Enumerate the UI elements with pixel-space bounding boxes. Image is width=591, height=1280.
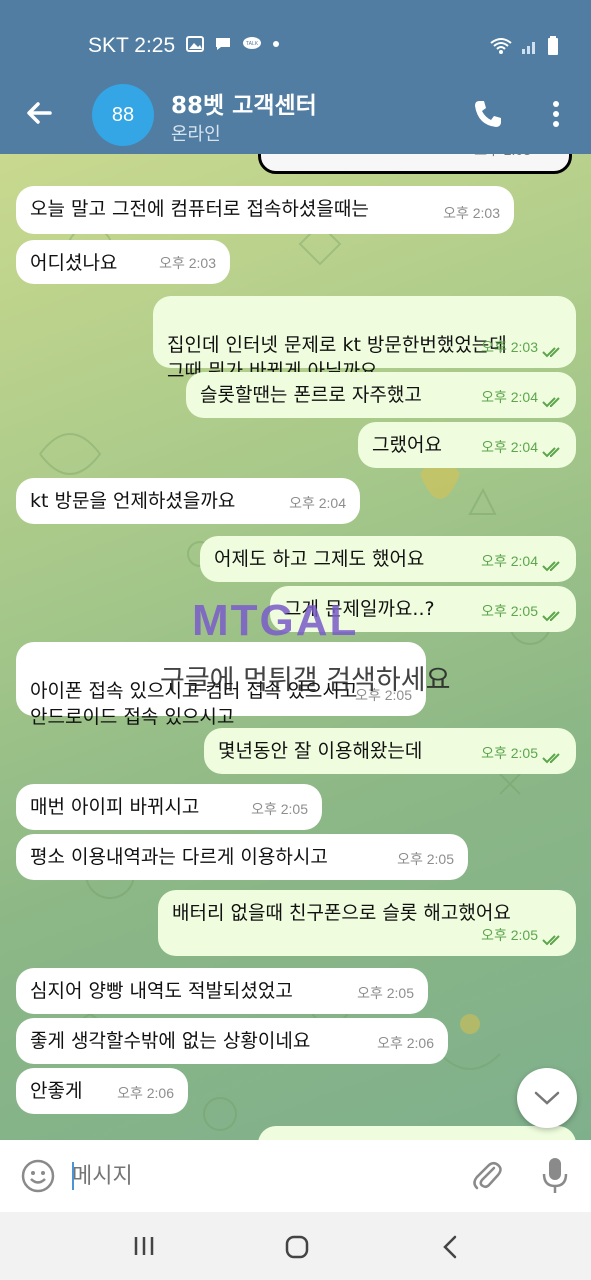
message-text: 심지어 양빵 내역도 적발되셨었고 [30,980,293,1002]
message-bubble[interactable]: 어제도 하고 그제도 했어요 오후 2:04 [200,536,576,582]
message-text: 배터리 없을때 친구폰으로 슬롯 해고했어요 [172,902,511,924]
message-bubble[interactable]: 슬롯할땐는 폰르로 자주했고 오후 2:04 [186,372,576,418]
notification-icons: TALK [186,36,280,52]
message-time: 오후 2:03 [159,255,216,271]
dot-icon [273,41,279,47]
message-text: 좋게 생각할수밖에 없는 상황이네요 [30,1030,311,1052]
avatar[interactable]: 88 [92,84,154,146]
message-bubble[interactable]: 그랬어요 오후 2:04 [358,422,576,468]
message-bubble[interactable]: 심지어 양빵 내역도 적발되셨었고 오후 2:05 [16,968,428,1014]
talk-icon: TALK [243,37,261,49]
read-check-icon [542,753,560,764]
system-navigation-bar [0,1212,591,1280]
message-text: 어디셨나요 [30,252,118,274]
message-bubble[interactable]: 안좋게 오후 2:06 [16,1068,188,1114]
message-text: kt 방문을 언제하셨을까요 [30,490,236,512]
gallery-icon [186,36,204,52]
message-time: 오후 2:05 [481,745,538,761]
read-check-icon [542,561,560,572]
scroll-down-button[interactable] [517,1068,577,1128]
chat-header: 88 88벳 고객센터 온라인 [0,78,591,154]
wifi-icon [490,38,512,54]
emoji-icon[interactable] [20,1158,56,1194]
message-input[interactable] [72,1158,452,1194]
message-text: 슬롯할땐는 폰르로 자주했고 [200,384,422,406]
chevron-down-icon [534,1091,560,1105]
message-time: 오후 2:05 [251,801,308,817]
message-time: 오후 2:05 [481,927,538,943]
message-time: 오후 2:04 [481,389,538,405]
message-bubble[interactable]: 좋게 생각할수밖에 없는 상황이네요 오후 2:06 [16,1018,448,1064]
chat-title[interactable]: 88벳 고객센터 [171,86,317,120]
message-text: 그랬어요 [372,434,442,456]
message-bubble[interactable]: 어디셨나요 오후 2:03 [16,240,230,284]
back-nav-icon[interactable] [440,1234,460,1260]
watermark-logo: MTGAL [192,596,359,645]
back-arrow-icon[interactable] [22,96,56,130]
message-time: 오후 2:04 [481,553,538,569]
attach-icon[interactable] [470,1158,504,1194]
message-time: 오후 2:06 [117,1085,174,1101]
phone-icon[interactable] [472,98,504,130]
message-text: 몇년동안 잘 이용해왔는데 [218,740,423,762]
chat-area[interactable]: 오후 2:03 오늘 말고 그전에 컴퓨터로 접속하셨을때는 오후 2:03 어… [0,154,591,1140]
online-status: 온라인 [171,124,221,145]
message-time: 오후 2:06 [377,1035,434,1051]
message-time: 오후 2:05 [481,603,538,619]
message-bubble[interactable]: 집인데 인터넷 문제로 kt 방문한번했었는데 그때 뭐가 바뀐게 아닐까요 오… [153,296,576,382]
message-composer [0,1140,591,1212]
system-icons [489,36,559,56]
message-bubble[interactable]: 몇년동안 잘 이용해왔는데 오후 2:05 [204,728,576,774]
message-time: 오후 2:03 [443,205,500,221]
message-text: 오늘 말고 그전에 컴퓨터로 접속하셨을때는 [30,198,369,220]
message-bubble[interactable]: 배터리 없을때 친구폰으로 슬롯 해고했어요 오후 2:05 [158,890,576,956]
message-time: 오후 2:03 [481,339,538,355]
message-time: 오후 2:04 [481,439,538,455]
message-time: 오후 2:05 [397,851,454,867]
message-icon [216,38,230,50]
more-options-icon[interactable] [545,98,567,130]
message-time: 오후 2:04 [289,495,346,511]
message-text: 안좋게 [30,1080,83,1102]
read-check-icon [542,397,560,408]
read-check-icon [542,935,560,946]
message-bubble[interactable]: 매번 아이피 바뀌시고 오후 2:05 [16,784,322,830]
read-check-icon [542,447,560,458]
message-bubble[interactable]: kt 방문을 언제하셨을까요 오후 2:04 [16,478,360,524]
status-bar: SKT 2:25 TALK [0,0,591,78]
read-check-icon [542,347,560,358]
home-icon[interactable] [284,1234,310,1260]
read-check-icon [542,611,560,622]
message-text: 매번 아이피 바뀌시고 [30,796,200,818]
text-caret [72,1162,74,1190]
battery-icon [548,36,558,55]
recent-apps-icon[interactable] [132,1234,156,1258]
message-bubble[interactable]: 평소 이용내역과는 다르게 이용하시고 오후 2:05 [16,834,468,880]
message-bubble-partial[interactable]: 오후 2:03 [258,154,572,174]
carrier-time: SKT 2:25 [88,34,176,57]
message-bubble-partial[interactable] [258,1126,576,1140]
microphone-icon[interactable] [540,1156,570,1196]
signal-icon [522,42,535,54]
message-text: 평소 이용내역과는 다르게 이용하시고 [30,846,328,868]
message-time: 오후 2:05 [357,985,414,1001]
watermark-text: 구글에 먹튀갤 검색하세요 [160,665,451,696]
message-text: 어제도 하고 그제도 했어요 [214,548,425,570]
svg-text:TALK: TALK [246,41,259,47]
message-bubble[interactable]: 오늘 말고 그전에 컴퓨터로 접속하셨을때는 오후 2:03 [16,186,514,234]
